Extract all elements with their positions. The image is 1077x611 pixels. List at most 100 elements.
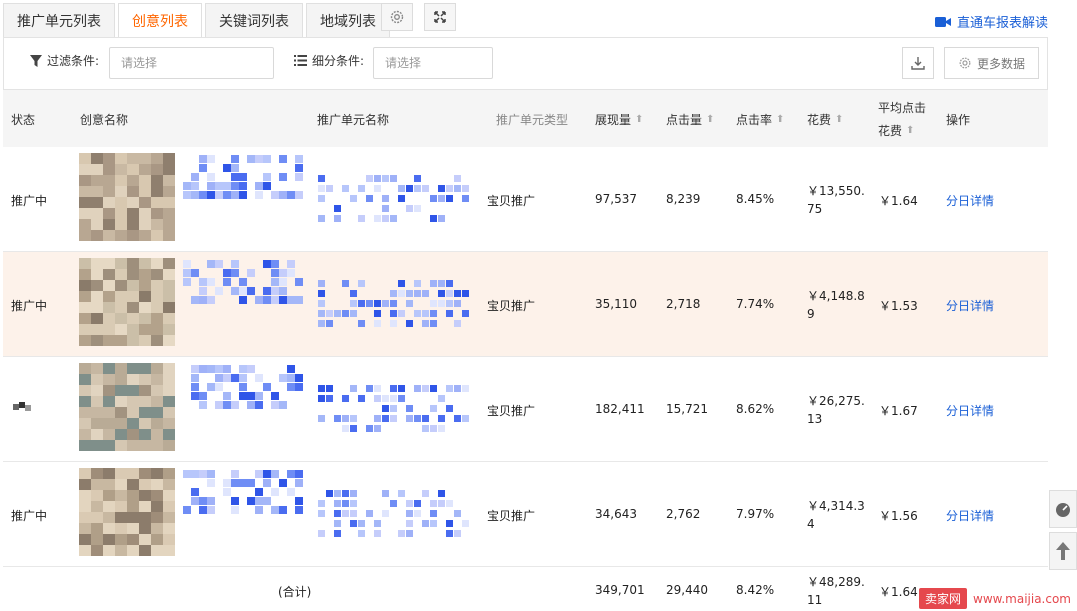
feedback-button[interactable] <box>1049 490 1077 528</box>
fullscreen-button[interactable] <box>424 3 456 31</box>
arrow-up-icon <box>1056 542 1070 560</box>
total-row: (合计) 349,701 29,440 8.42% ￥48,289. 11 ￥1… <box>3 567 1048 611</box>
header-status: 状态 <box>11 113 36 127</box>
row-cost-line1: ￥4,314.3 <box>807 499 865 513</box>
download-icon <box>911 57 925 70</box>
row-status: 推广中 <box>11 299 48 313</box>
row-cost-line2: 4 <box>807 517 815 531</box>
sort-arrow-icon: ⬆ <box>835 114 844 125</box>
filter-bar: 过滤条件: 请选择 细分条件: 请选择 更多数据 <box>3 37 1048 90</box>
settings-button[interactable] <box>381 3 413 31</box>
report-guide-link[interactable]: 直通车报表解读 <box>934 12 1048 31</box>
total-cost-line1: ￥48,289. <box>807 575 865 589</box>
filter-select[interactable]: 请选择 <box>109 47 274 79</box>
row-unit-type: 宝贝推广 <box>487 404 536 418</box>
row-clicks: 2,762 <box>666 507 701 521</box>
header-unit-name: 推广单元名称 <box>317 113 390 127</box>
table-row: 推广中 宝贝推广 97,537 8,239 8.45% ￥13,550. 75 ￥1.64 分日… <box>3 147 1048 252</box>
row-cost-line2: 75 <box>807 202 823 216</box>
row-unit-type: 宝贝推广 <box>487 299 536 313</box>
table-row: 宝贝推广 182,411 15,721 8.62% ￥26,275. 13 ￥1.67 分日详… <box>3 357 1048 462</box>
table-header: 状态 创意名称 推广单元名称 推广单元类型 展现量 ⬆ 点击量 ⬆ 点击率 ⬆ 花费 ⬆… <box>3 90 1048 147</box>
header-unit-type: 推广单元类型 <box>496 113 569 127</box>
creative-name-redacted[interactable] <box>183 470 303 520</box>
daily-detail-link[interactable]: 分日详情 <box>946 507 994 524</box>
filter-condition-label: 过滤条件: <box>30 52 99 69</box>
row-ctr: 7.97% <box>736 507 775 521</box>
daily-detail-link[interactable]: 分日详情 <box>946 402 994 419</box>
row-cost-line1: ￥4,148.8 <box>807 289 865 303</box>
creative-name-redacted[interactable] <box>183 155 303 205</box>
gear-icon <box>959 57 971 69</box>
sort-arrow-icon: ⬆ <box>906 125 915 136</box>
back-to-top-button[interactable] <box>1049 532 1077 570</box>
header-action: 操作 <box>946 113 971 127</box>
row-cost-line1: ￥13,550. <box>807 184 865 198</box>
sort-arrow-icon: ⬆ <box>635 114 644 125</box>
row-cost-line2: 9 <box>807 307 815 321</box>
row-clicks: 2,718 <box>666 297 701 311</box>
segment-select[interactable]: 请选择 <box>373 47 493 79</box>
creative-thumbnail[interactable] <box>79 153 175 241</box>
total-label: (合计) <box>278 585 312 599</box>
unit-name-redacted[interactable] <box>318 385 473 435</box>
row-impressions: 34,643 <box>595 507 637 521</box>
total-ctr: 8.42% <box>736 583 775 597</box>
total-avg-cpc: ￥1.64 <box>879 585 918 599</box>
tab-unit-list[interactable]: 推广单元列表 <box>3 3 115 40</box>
total-clicks: 29,440 <box>666 583 708 597</box>
header-cost[interactable]: 花费 ⬆ <box>807 111 843 128</box>
creative-name-redacted[interactable] <box>183 260 303 310</box>
daily-detail-link[interactable]: 分日详情 <box>946 192 994 209</box>
fullscreen-icon <box>434 11 446 23</box>
row-ctr: 8.62% <box>736 402 775 416</box>
tab-bar: 推广单元列表 创意列表 关键词列表 地域列表 <box>3 3 393 40</box>
gear-icon <box>390 10 404 24</box>
watermark-url: www.maijia.com <box>973 591 1071 606</box>
row-avg-cpc: ￥1.53 <box>879 299 918 313</box>
row-status: 推广中 <box>11 194 48 208</box>
watermark-badge: 卖家网 <box>918 588 967 609</box>
row-avg-cpc: ￥1.56 <box>879 509 918 523</box>
creative-name-redacted[interactable] <box>183 365 303 415</box>
creative-thumbnail[interactable] <box>79 363 175 451</box>
report-guide-label: 直通车报表解读 <box>956 16 1048 31</box>
row-status: 推广中 <box>11 509 48 523</box>
sort-arrow-icon: ⬆ <box>706 114 715 125</box>
segment-condition-label: 细分条件: <box>294 52 364 69</box>
row-impressions: 182,411 <box>595 402 645 416</box>
tab-region-list[interactable]: 地域列表 <box>306 3 390 40</box>
unit-name-redacted[interactable] <box>318 280 473 330</box>
daily-detail-link[interactable]: 分日详情 <box>946 297 994 314</box>
row-cost-line1: ￥26,275. <box>807 394 865 408</box>
row-avg-cpc: ￥1.64 <box>879 194 918 208</box>
row-unit-type: 宝贝推广 <box>487 194 536 208</box>
row-avg-cpc: ￥1.67 <box>879 404 918 418</box>
table-row: 推广中 宝贝推广 34,643 2,762 7.97% ￥4,314.3 4 ￥1.56 分日详… <box>3 462 1048 567</box>
row-ctr: 8.45% <box>736 192 775 206</box>
table-row: 推广中 宝贝推广 35,110 2,718 7.74% ￥4,148.8 9 ￥1.53 分日详… <box>3 252 1048 357</box>
creative-thumbnail[interactable] <box>79 258 175 346</box>
header-ctr[interactable]: 点击率 ⬆ <box>736 111 784 128</box>
unit-name-redacted[interactable] <box>318 490 473 540</box>
row-cost-line2: 13 <box>807 412 823 426</box>
row-clicks: 8,239 <box>666 192 701 206</box>
tab-creative-list[interactable]: 创意列表 <box>118 3 202 40</box>
header-impressions[interactable]: 展现量 ⬆ <box>595 111 643 128</box>
row-unit-type: 宝贝推广 <box>487 509 536 523</box>
row-ctr: 7.74% <box>736 297 775 311</box>
creative-thumbnail[interactable] <box>79 468 175 556</box>
tab-keyword-list[interactable]: 关键词列表 <box>205 3 303 40</box>
more-data-button[interactable]: 更多数据 <box>944 47 1039 79</box>
filter-icon <box>30 54 42 67</box>
header-creative-name: 创意名称 <box>80 113 129 127</box>
header-avg-cpc-line2[interactable]: 花费 ⬆ <box>878 122 914 139</box>
speedometer-icon <box>1056 503 1070 517</box>
header-clicks[interactable]: 点击量 ⬆ <box>666 111 714 128</box>
total-cost-line2: 11 <box>807 593 823 607</box>
sort-arrow-icon: ⬆ <box>776 114 785 125</box>
list-icon <box>294 55 307 66</box>
unit-name-redacted[interactable] <box>318 175 473 225</box>
row-impressions: 97,537 <box>595 192 637 206</box>
download-button[interactable] <box>902 47 934 79</box>
